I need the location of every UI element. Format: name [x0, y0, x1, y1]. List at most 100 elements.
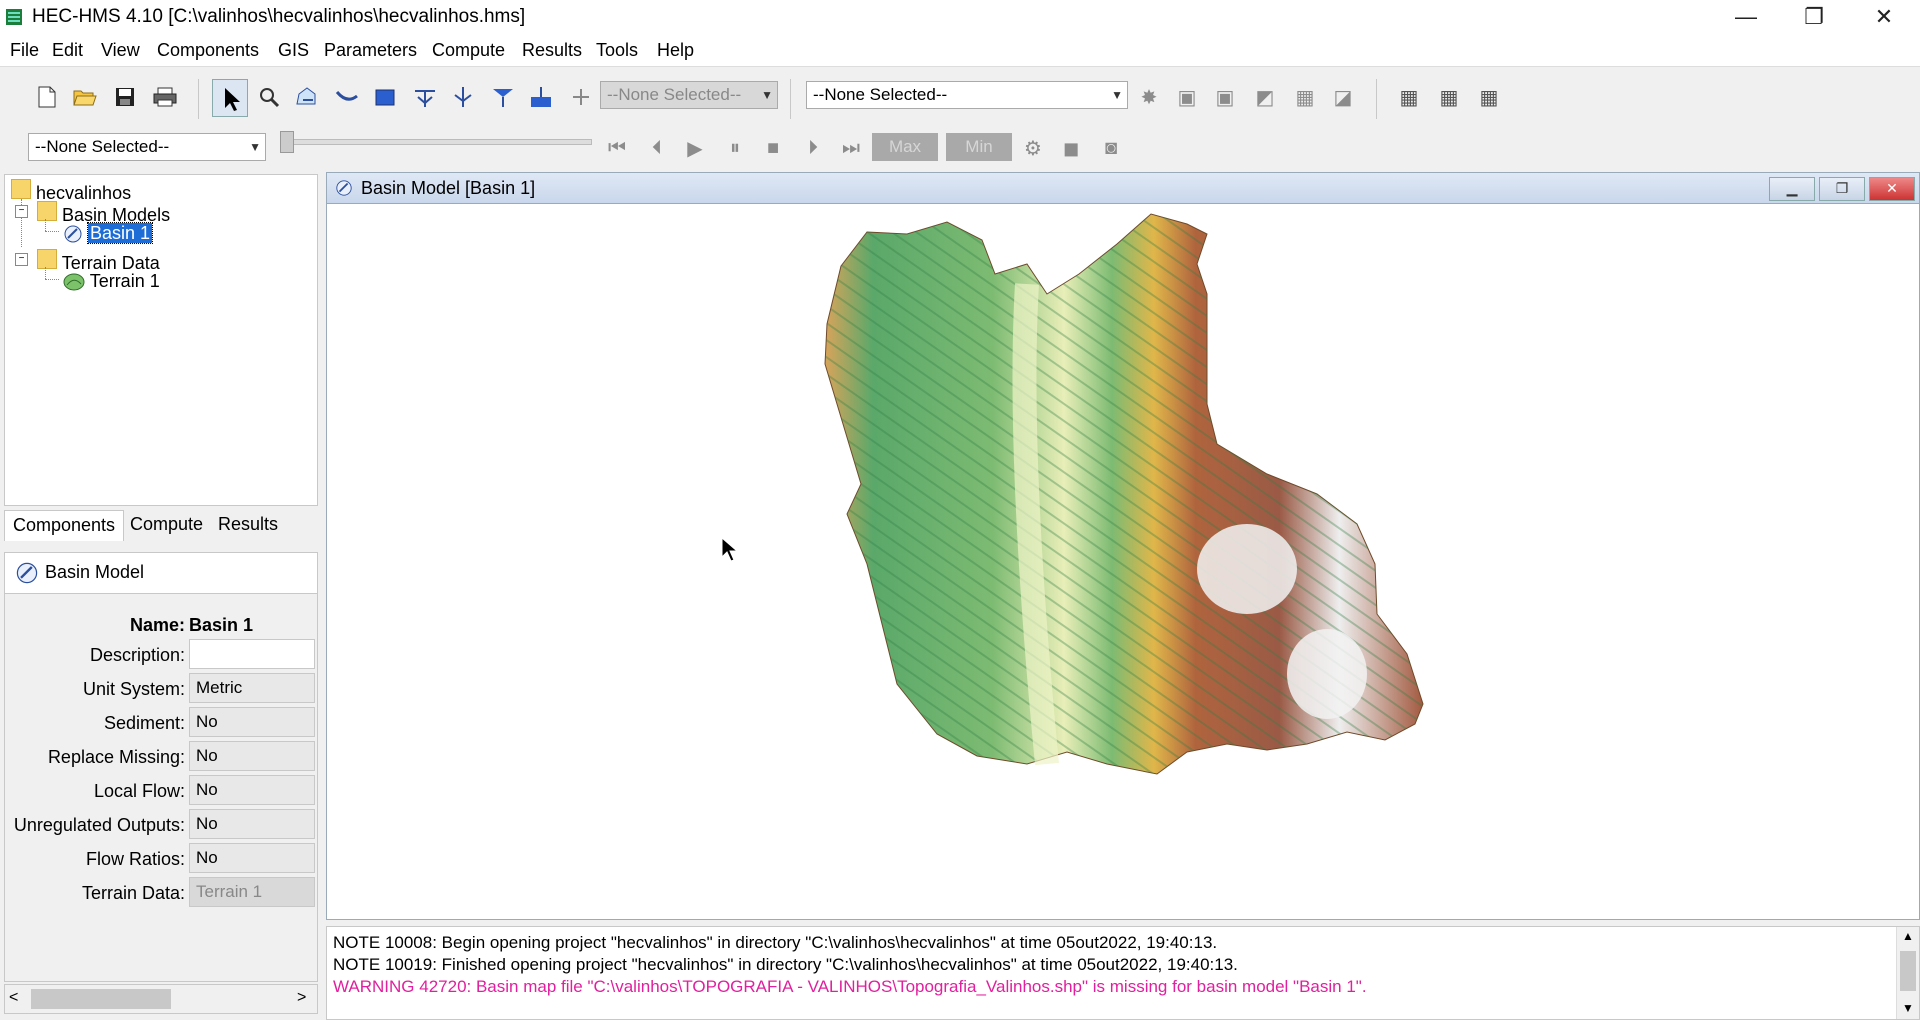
subbasin-creation-tool-icon[interactable]	[294, 84, 320, 110]
time-slider-track[interactable]	[280, 139, 592, 145]
stop-icon[interactable]: ■	[760, 135, 786, 161]
junction-creation-tool-icon[interactable]	[412, 84, 438, 110]
skip-to-start-icon[interactable]: ⏮	[604, 135, 630, 161]
max-button[interactable]: Max	[872, 133, 938, 161]
menu-tools[interactable]: Tools	[596, 40, 638, 61]
collapse-icon[interactable]: −	[15, 205, 28, 218]
scrollbar-thumb[interactable]	[31, 989, 171, 1009]
tree-terrain1-node[interactable]: Terrain 1	[63, 271, 160, 292]
tree-basin1-label: Basin 1	[87, 222, 154, 244]
horizontal-scrollbar[interactable]: < >	[4, 984, 318, 1014]
basin-map-canvas[interactable]	[327, 204, 1917, 918]
local-flow-label: Local Flow:	[93, 781, 185, 801]
tab-compute[interactable]: Compute	[122, 510, 211, 540]
play-icon[interactable]: ▶	[682, 135, 708, 161]
compute-icon[interactable]: ✸	[1136, 84, 1162, 110]
tab-results[interactable]: Results	[210, 510, 286, 540]
step-forward-icon[interactable]: ⏵	[800, 135, 826, 161]
collapse-icon[interactable]: −	[15, 253, 28, 266]
global-summary-icon[interactable]: ▣	[1174, 84, 1200, 110]
chevron-down-icon: ▼	[1111, 88, 1123, 102]
component-editor: Basin Model Name: Basin 1 Description: U…	[4, 552, 318, 982]
menu-compute[interactable]: Compute	[432, 40, 505, 61]
time-slider-handle[interactable]	[280, 131, 294, 153]
watershed-explorer-tree: hecvalinhos − Basin Models Basin 1 − Ter…	[4, 174, 318, 506]
results-icon[interactable]: ◪	[1330, 84, 1356, 110]
menu-file[interactable]: File	[10, 40, 39, 61]
scroll-down-icon[interactable]: ▼	[1902, 1001, 1914, 1015]
scroll-right-icon[interactable]: >	[297, 989, 306, 1007]
console-vertical-scrollbar[interactable]: ▲ ▼	[1896, 927, 1919, 1019]
tree-terrain-data-label: Terrain Data	[61, 253, 160, 273]
time-window-combo[interactable]: --None Selected-- ▼	[28, 133, 266, 161]
basin-close-button[interactable]: ✕	[1869, 177, 1915, 201]
unregulated-outputs-select[interactable]: No	[189, 809, 315, 839]
menu-help[interactable]: Help	[657, 40, 694, 61]
component-editor-title: Basin Model	[45, 562, 145, 582]
menu-edit[interactable]: Edit	[52, 40, 83, 61]
menu-bar: File Edit View Components GIS Parameters…	[0, 36, 1920, 67]
open-folder-icon[interactable]	[72, 84, 98, 110]
folder-icon	[37, 201, 57, 221]
hec-hms-app-icon	[6, 9, 22, 25]
add-point-icon[interactable]	[568, 84, 594, 110]
snapshot-camera-icon[interactable]: ◙	[1098, 135, 1124, 161]
reservoir-creation-tool-icon[interactable]	[372, 84, 398, 110]
min-button[interactable]: Min	[946, 133, 1012, 161]
local-flow-select[interactable]: No	[189, 775, 315, 805]
skip-to-end-icon[interactable]: ⏭	[838, 135, 864, 161]
terrain-data-select[interactable]: Terrain 1	[189, 877, 315, 907]
scroll-up-icon[interactable]: ▲	[1902, 929, 1914, 943]
step-back-icon[interactable]: ⏴	[644, 135, 670, 161]
grid-map-icon[interactable]: ▦	[1476, 84, 1502, 110]
console-warning-message: WARNING 42720: Basin map file "C:\valinh…	[333, 977, 1367, 996]
grid-globe-icon[interactable]: ▦	[1436, 84, 1462, 110]
run-selector-combo[interactable]: --None Selected-- ▼	[806, 81, 1128, 109]
element-summary-icon[interactable]: ▣	[1212, 84, 1238, 110]
diversion-creation-tool-icon[interactable]	[450, 84, 476, 110]
reach-creation-tool-icon[interactable]	[334, 84, 360, 110]
video-camera-icon[interactable]: ◼	[1058, 135, 1084, 161]
menu-components[interactable]: Components	[157, 40, 259, 61]
title-bar: HEC-HMS 4.10 [C:\valinhos\hecvalinhos\he…	[0, 0, 1920, 36]
zoom-tool-icon[interactable]	[256, 84, 282, 110]
sink-creation-tool-icon[interactable]	[528, 84, 554, 110]
minimize-button[interactable]: —	[1712, 0, 1780, 36]
basin-window-title: Basin Model [Basin 1]	[361, 178, 536, 198]
table-icon[interactable]: ▦	[1292, 84, 1318, 110]
flow-ratios-select[interactable]: No	[189, 843, 315, 873]
graph-icon[interactable]: ◩	[1252, 84, 1278, 110]
menu-gis[interactable]: GIS	[278, 40, 309, 61]
menu-parameters[interactable]: Parameters	[324, 40, 417, 61]
source-creation-tool-icon[interactable]	[490, 84, 516, 110]
sediment-select[interactable]: No	[189, 707, 315, 737]
sediment-label: Sediment:	[103, 713, 185, 733]
new-file-icon[interactable]	[34, 84, 60, 110]
pointer-arrow-icon	[225, 88, 240, 111]
tree-connector	[45, 279, 59, 280]
tab-components[interactable]: Components	[4, 510, 125, 541]
tree-basin1-node[interactable]: Basin 1	[63, 222, 154, 244]
unit-system-select[interactable]: Metric	[189, 673, 315, 703]
description-field[interactable]	[189, 639, 315, 669]
scroll-left-icon[interactable]: <	[9, 989, 18, 1007]
settings-gear-icon[interactable]: ⚙	[1020, 135, 1046, 161]
close-button[interactable]: ✕	[1850, 0, 1918, 36]
menu-view[interactable]: View	[101, 40, 140, 61]
element-selector-combo[interactable]: --None Selected-- ▼	[600, 81, 778, 109]
description-label: Description:	[89, 645, 185, 665]
pause-icon[interactable]: ⏸	[722, 135, 748, 161]
basin-window-titlebar: Basin Model [Basin 1] ▁ ❐ ✕	[327, 173, 1919, 204]
scrollbar-thumb[interactable]	[1900, 951, 1916, 991]
print-icon[interactable]	[152, 84, 178, 110]
basin-restore-button[interactable]: ❐	[1819, 177, 1865, 201]
component-editor-header: Basin Model	[5, 553, 317, 594]
replace-missing-select[interactable]: No	[189, 741, 315, 771]
save-icon[interactable]	[112, 84, 138, 110]
arrow-tool-button[interactable]	[212, 79, 248, 117]
menu-results[interactable]: Results	[522, 40, 582, 61]
folder-icon	[37, 249, 57, 269]
basin-minimize-button[interactable]: ▁	[1769, 177, 1815, 201]
grid-view-icon[interactable]: ▦	[1396, 84, 1422, 110]
restore-button[interactable]: ❐	[1780, 0, 1848, 36]
